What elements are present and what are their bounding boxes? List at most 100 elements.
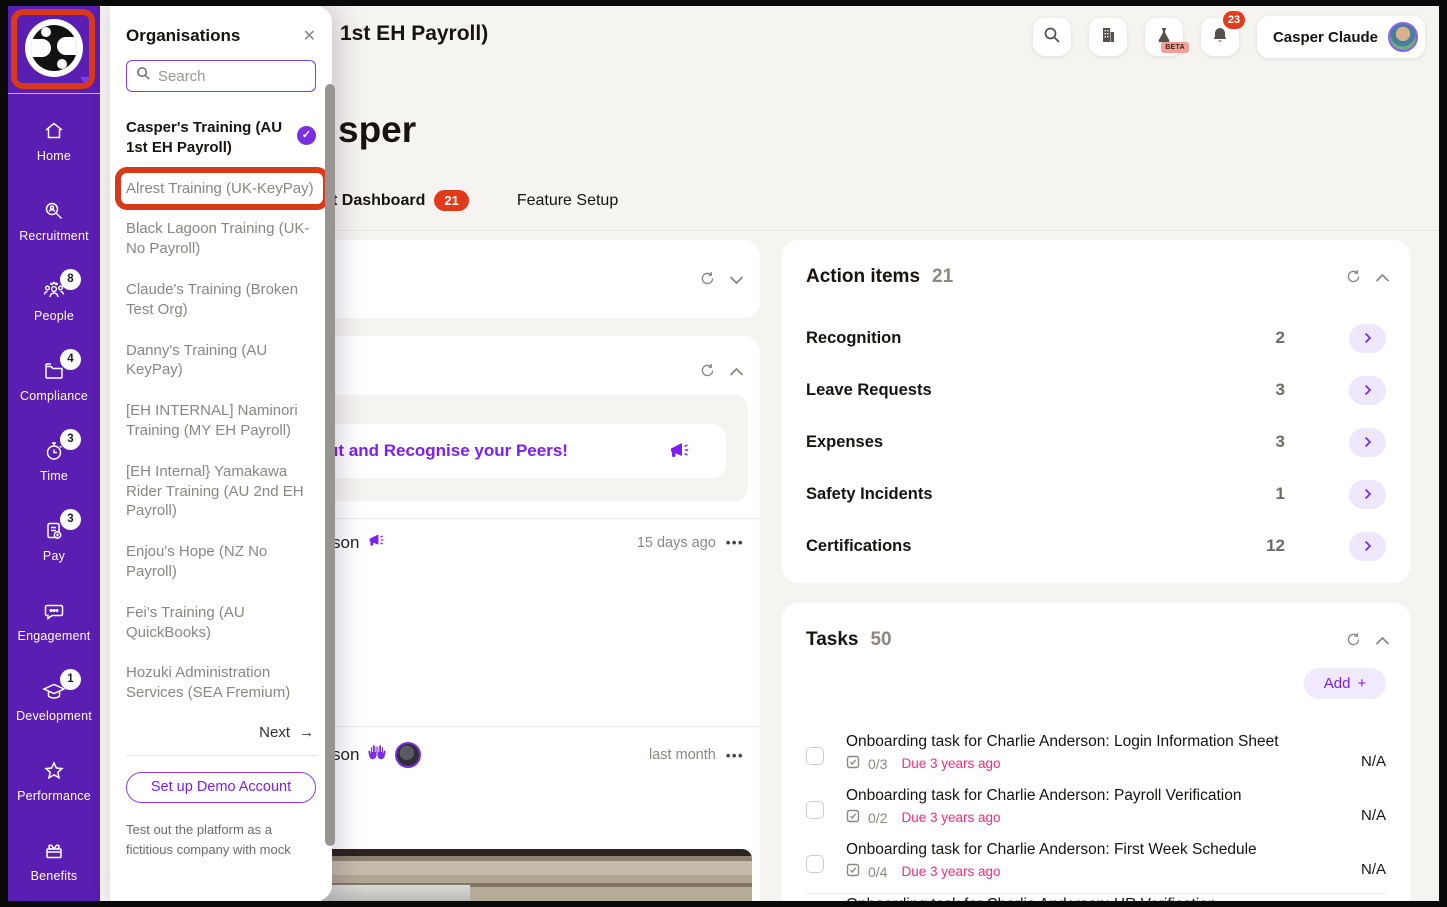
task-title[interactable]: Onboarding task for Charlie Anderson: Lo… (846, 733, 1326, 751)
time-badge: 3 (60, 429, 81, 450)
sidebar-item-pay[interactable]: 3 Pay (8, 500, 100, 580)
task-checkbox[interactable] (806, 747, 824, 765)
sidebar: Home Recruitment 8 People 4 (8, 6, 100, 901)
action-items-card: Action items 21 Recognition 2 Leave Requ… (782, 240, 1410, 583)
task-title[interactable]: Onboarding task for Charlie Anderson: HR… (846, 896, 1326, 901)
org-item[interactable]: Black Lagoon Training (UK-No Payroll) (126, 219, 316, 259)
task-progress: 0/3 (868, 756, 887, 772)
selected-check-icon: ✓ (297, 126, 316, 145)
task-title[interactable]: Onboarding task for Charlie Anderson: Fi… (846, 841, 1326, 859)
chevron-down-icon[interactable] (729, 272, 744, 290)
shoutout-banner-container: ut and Recognise your Peers! (310, 395, 748, 501)
sidebar-item-label: Development (16, 709, 92, 723)
setup-demo-account-button[interactable]: Set up Demo Account (126, 772, 316, 803)
company-directory-button[interactable] (1089, 18, 1127, 56)
search-icon (1043, 26, 1061, 49)
next-page-button[interactable]: Next → (126, 724, 314, 741)
page-heading: sper (338, 109, 416, 151)
sidebar-item-engagement[interactable]: Engagement (8, 580, 100, 660)
org-search-box[interactable] (126, 60, 316, 92)
post-timestamp: 15 days ago (637, 535, 716, 551)
open-certifications-button[interactable] (1349, 532, 1386, 561)
org-item[interactable]: Hozuki Administration Services (SEA Frem… (126, 663, 316, 703)
development-badge: 1 (60, 669, 81, 690)
more-options-icon[interactable]: ••• (726, 748, 744, 763)
feed-post: son last month ••• (332, 742, 744, 768)
profile-menu[interactable]: Casper Claude (1257, 16, 1425, 58)
refresh-icon[interactable] (699, 362, 716, 384)
compliance-badge: 4 (60, 349, 81, 370)
task-due: Due 3 years ago (901, 810, 1000, 825)
checklist-icon (846, 755, 860, 772)
org-list: Casper's Training (AU 1st EH Payroll) ✓ … (126, 118, 316, 703)
org-item[interactable]: Enjou's Hope (NZ No Payroll) (126, 542, 316, 582)
home-icon (40, 118, 68, 144)
task-progress: 0/2 (868, 810, 887, 826)
megaphone-icon (668, 440, 690, 465)
chevron-up-icon[interactable] (1375, 633, 1390, 651)
open-safety-incidents-button[interactable] (1349, 480, 1386, 509)
task-checkbox[interactable] (806, 801, 824, 819)
organisations-panel-title: Organisations (126, 26, 240, 46)
refresh-icon[interactable] (699, 270, 716, 292)
more-options-icon[interactable]: ••• (726, 535, 744, 550)
shoutout-banner[interactable]: ut and Recognise your Peers! (310, 424, 726, 478)
global-search-button[interactable] (1033, 18, 1071, 56)
tasks-title: Tasks (806, 629, 858, 651)
chevron-up-icon[interactable] (1375, 270, 1390, 288)
room-number-plaque: 100 (322, 885, 470, 901)
company-logo-icon[interactable] (25, 19, 83, 77)
notifications-button[interactable]: 23 (1201, 18, 1239, 56)
sidebar-item-people[interactable]: 8 People (8, 260, 100, 340)
task-progress: 0/4 (868, 864, 887, 880)
sidebar-item-performance[interactable]: Performance (8, 740, 100, 820)
open-expenses-button[interactable] (1349, 428, 1386, 457)
org-switcher[interactable] (8, 6, 100, 94)
sidebar-item-home[interactable]: Home (8, 100, 100, 180)
action-item-row-expenses: Expenses 3 (806, 416, 1386, 468)
org-item[interactable]: [EH INTERNAL] Naminori Training (MY EH P… (126, 401, 316, 441)
task-row: Onboarding task for Charlie Anderson: Pa… (806, 785, 1386, 839)
sidebar-item-label: Time (40, 469, 68, 483)
open-recognition-button[interactable] (1349, 324, 1386, 353)
recruitment-search-icon (40, 198, 68, 224)
action-item-row-recognition: Recognition 2 (806, 312, 1386, 364)
open-leave-requests-button[interactable] (1349, 376, 1386, 405)
refresh-icon[interactable] (1345, 268, 1362, 290)
beta-labs-button[interactable]: BETA (1145, 18, 1183, 56)
checklist-icon (846, 809, 860, 826)
post-timestamp: last month (649, 747, 716, 763)
user-name: Casper Claude (1273, 29, 1378, 46)
org-item-selected[interactable]: Casper's Training (AU 1st EH Payroll) ✓ (126, 118, 316, 158)
sidebar-item-development[interactable]: 1 Development (8, 660, 100, 740)
org-search-input[interactable] (158, 68, 306, 85)
sidebar-item-compliance[interactable]: 4 Compliance (8, 340, 100, 420)
close-icon[interactable]: ✕ (303, 26, 316, 46)
org-item[interactable]: Danny's Training (AU KeyPay) (126, 341, 316, 381)
tasks-card: Tasks 50 Add + Onboarding task for Charl… (782, 603, 1410, 901)
chevron-up-icon[interactable] (729, 364, 744, 382)
sidebar-item-recruitment[interactable]: Recruitment (8, 180, 100, 260)
task-value: N/A (1361, 861, 1386, 878)
task-title[interactable]: Onboarding task for Charlie Anderson: Pa… (846, 787, 1326, 805)
sidebar-item-time[interactable]: 3 Time (8, 420, 100, 500)
action-items-list: Recognition 2 Leave Requests 3 Expenses … (806, 312, 1386, 572)
tab-dashboard[interactable]: t Dashboard 21 (332, 190, 469, 211)
divider (310, 726, 760, 727)
task-checkbox[interactable] (806, 855, 824, 873)
org-item[interactable]: Fei's Training (AU QuickBooks) (126, 603, 316, 643)
org-item[interactable]: Claude's Training (Broken Test Org) (126, 280, 316, 320)
divider (126, 755, 316, 756)
org-item-alrest[interactable]: Alrest Training (UK-KeyPay) (126, 179, 316, 199)
refresh-icon[interactable] (1345, 631, 1362, 653)
org-item[interactable]: [EH Internal} Yamakawa Rider Training (A… (126, 462, 316, 521)
demo-account-description: Test out the platform as a fictitious co… (126, 820, 316, 860)
task-due: Due 3 years ago (901, 756, 1000, 771)
sidebar-item-label: Engagement (18, 629, 91, 643)
tab-feature-setup[interactable]: Feature Setup (517, 192, 618, 210)
sidebar-item-benefits[interactable]: Benefits (8, 820, 100, 900)
add-task-button[interactable]: Add + (1304, 668, 1386, 699)
sidebar-item-label: Performance (17, 789, 91, 803)
header-actions: BETA 23 Casper Claude (1033, 16, 1425, 58)
panel-scrollbar[interactable] (325, 84, 335, 846)
